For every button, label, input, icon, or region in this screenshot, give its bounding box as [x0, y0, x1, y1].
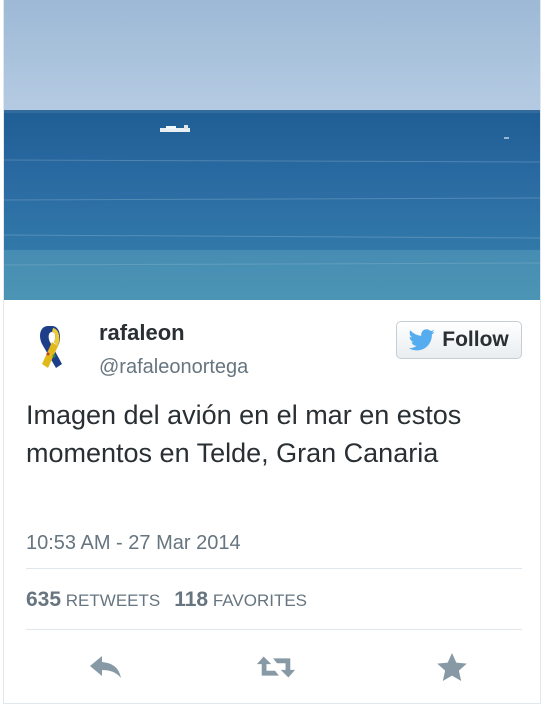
- retweet-count-label: RETWEETS: [65, 591, 161, 610]
- reply-button[interactable]: [86, 650, 126, 684]
- display-name[interactable]: rafaleon: [99, 320, 185, 346]
- screen-name[interactable]: @rafaleonortega: [99, 356, 248, 379]
- favorite-button[interactable]: [432, 650, 472, 684]
- favorite-count[interactable]: 118 FAVORITES: [174, 588, 308, 611]
- reply-icon: [90, 656, 121, 678]
- divider: [26, 568, 522, 569]
- tweet-stats: 635 RETWEETS 118 FAVORITES: [26, 588, 307, 612]
- favorite-count-label: FAVORITES: [212, 591, 308, 610]
- follow-button[interactable]: Follow: [396, 321, 522, 359]
- twitter-bird-icon: [409, 329, 435, 351]
- tweet-photo[interactable]: [4, 0, 540, 300]
- favorite-count-value: 118: [174, 588, 209, 611]
- tweet-header: rafaleon @rafaleonortega Follow: [4, 300, 540, 390]
- star-icon: [437, 653, 467, 681]
- avatar[interactable]: [26, 320, 80, 374]
- ribbon-avatar-icon: [26, 320, 80, 374]
- follow-label: Follow: [442, 328, 509, 351]
- tweet-text: Imagen del avión en el mar en estos mome…: [26, 400, 462, 468]
- tweet-timestamp[interactable]: 10:53 AM - 27 Mar 2014: [26, 532, 241, 555]
- divider: [26, 629, 522, 630]
- retweet-count[interactable]: 635 RETWEETS: [26, 588, 161, 611]
- sea-photo-image: [4, 0, 540, 300]
- tweet-actions: [4, 632, 540, 703]
- retweet-count-value: 635: [26, 588, 62, 611]
- retweet-icon: [256, 656, 296, 678]
- retweet-button[interactable]: [256, 650, 296, 684]
- tweet-card: rafaleon @rafaleonortega Follow Imagen d…: [3, 0, 541, 704]
